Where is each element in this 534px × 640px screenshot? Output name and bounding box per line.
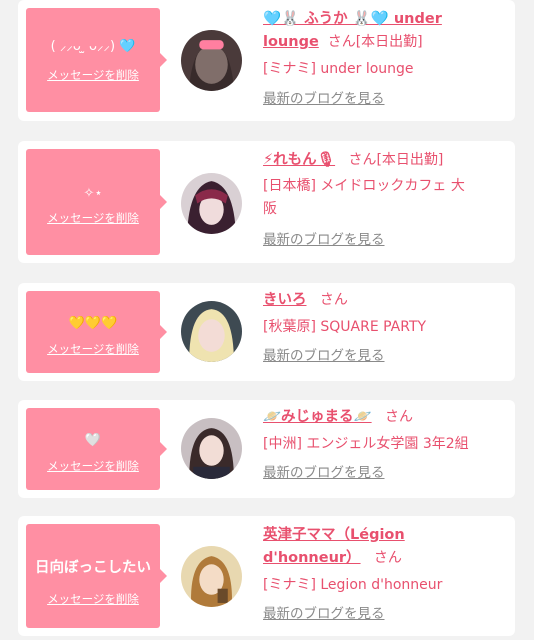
delete-message-link[interactable]: メッセージを削除 — [26, 458, 160, 474]
avatar[interactable] — [181, 301, 242, 362]
delete-message-link[interactable]: メッセージを削除 — [26, 67, 160, 83]
message-bubble: ✧⋆ メッセージを削除 — [26, 149, 167, 255]
avatar[interactable] — [181, 546, 242, 607]
cast-name-link-cont[interactable]: lounge — [263, 34, 319, 50]
avatar-photo-icon — [181, 301, 242, 362]
message-text: 日向ぼっこしたい — [35, 560, 151, 576]
blog-link[interactable]: 最新のブログを見る — [263, 229, 385, 252]
message-text: 💛💛💛 — [68, 316, 118, 331]
cast-suffix: さん — [319, 292, 348, 308]
message-card: ( ⸝⸝ᴗ ̫ ᴗ⸝⸝) 🩵 メッセージを削除 🩵🐰 ふうか 🐰🩵 under … — [18, 0, 515, 121]
blog-link[interactable]: 最新のブログを見る — [263, 462, 385, 485]
cast-name-link[interactable]: きいろ — [263, 292, 307, 308]
avatar[interactable] — [181, 30, 242, 91]
cast-suffix: さん[本日出勤] — [348, 152, 444, 168]
message-text: 🤍 — [84, 433, 102, 448]
avatar-photo-icon — [181, 173, 242, 234]
blog-link[interactable]: 最新のブログを見る — [263, 603, 385, 626]
avatar[interactable] — [181, 173, 242, 234]
cast-suffix: さん[本日出勤] — [327, 34, 423, 50]
message-bubble: 日向ぼっこしたい メッセージを削除 — [26, 524, 167, 628]
cast-info: 英津子ママ（Légion d'honneur） さん [ミナミ] Legion … — [263, 524, 508, 626]
avatar-photo-icon — [181, 30, 242, 91]
blog-link[interactable]: 最新のブログを見る — [263, 88, 385, 111]
message-card: ✧⋆ メッセージを削除 ⚡れもん🎙 さん[本日出勤] [日本橋] メイドロックカ… — [18, 141, 515, 263]
cast-name-link[interactable]: 🪐みじゅまる🪐 — [263, 409, 372, 425]
avatar-photo-icon — [181, 546, 242, 607]
cast-info: ⚡れもん🎙 さん[本日出勤] [日本橋] メイドロックカフェ 大 阪 最新のブロ… — [263, 149, 508, 252]
cast-suffix: さん — [373, 550, 402, 566]
shop-name: [秋葉原] SQUARE PARTY — [263, 319, 427, 335]
blog-link[interactable]: 最新のブログを見る — [263, 345, 385, 368]
cast-info: きいろ さん [秋葉原] SQUARE PARTY 最新のブログを見る — [263, 289, 508, 368]
message-bubble: ( ⸝⸝ᴗ ̫ ᴗ⸝⸝) 🩵 メッセージを削除 — [26, 8, 167, 112]
cast-name-link-cont[interactable]: d'honneur） — [263, 550, 361, 566]
cast-suffix: さん — [384, 409, 413, 425]
cast-name-link[interactable]: ⚡れもん🎙 — [263, 152, 335, 168]
avatar[interactable] — [181, 418, 242, 479]
delete-message-link[interactable]: メッセージを削除 — [26, 341, 160, 357]
message-bubble: 🤍 メッセージを削除 — [26, 408, 167, 490]
message-card: 日向ぼっこしたい メッセージを削除 英津子ママ（Légion d'honneur… — [18, 516, 515, 636]
avatar-photo-icon — [181, 418, 242, 479]
delete-message-link[interactable]: メッセージを削除 — [26, 591, 160, 607]
message-card: 🤍 メッセージを削除 🪐みじゅまる🪐 さん [中洲] エンジェル女学園 3年2組… — [18, 400, 515, 498]
message-bubble: 💛💛💛 メッセージを削除 — [26, 291, 167, 373]
cast-info: 🪐みじゅまる🪐 さん [中洲] エンジェル女学園 3年2組 最新のブログを見る — [263, 406, 508, 485]
shop-name: [日本橋] メイドロックカフェ 大 — [263, 178, 465, 194]
shop-name: [ミナミ] Legion d'honneur — [263, 577, 443, 593]
cast-name-link[interactable]: 🩵🐰 ふうか 🐰🩵 under — [263, 11, 442, 27]
cast-info: 🩵🐰 ふうか 🐰🩵 under lounge さん[本日出勤] [ミナミ] un… — [263, 8, 508, 111]
shop-name: [中洲] エンジェル女学園 3年2組 — [263, 436, 469, 452]
message-text: ( ⸝⸝ᴗ ̫ ᴗ⸝⸝) 🩵 — [50, 39, 136, 54]
shop-name: [ミナミ] under lounge — [263, 61, 414, 77]
cast-name-link[interactable]: 英津子ママ（Légion — [263, 527, 405, 543]
message-card: 💛💛💛 メッセージを削除 きいろ さん [秋葉原] SQUARE PARTY 最… — [18, 283, 515, 381]
message-text: ✧⋆ — [83, 186, 103, 201]
shop-name-cont: 阪 — [263, 201, 277, 217]
delete-message-link[interactable]: メッセージを削除 — [26, 210, 160, 226]
